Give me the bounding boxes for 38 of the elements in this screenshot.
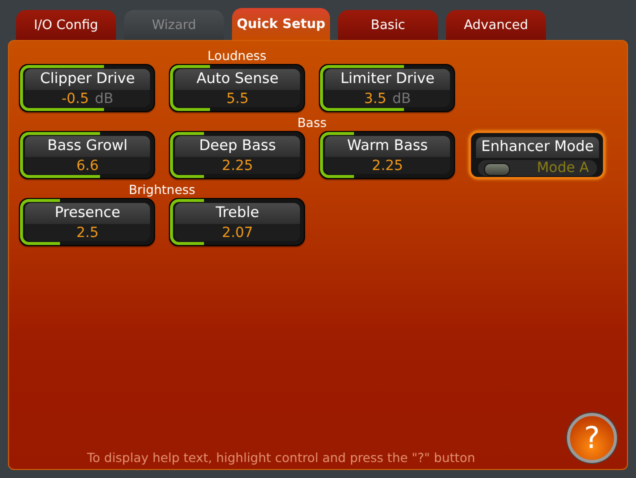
control-label: Bass Growl <box>25 136 150 157</box>
tab[interactable]: I/O Config <box>16 10 116 40</box>
mode-switch[interactable]: Enhancer Mode Mode A <box>469 131 605 179</box>
control-value: 2.25 <box>372 158 404 174</box>
control-value: -0.5 <box>62 90 89 106</box>
unit-label: dB <box>94 90 114 106</box>
control-label: Treble <box>175 203 300 224</box>
control-knob[interactable]: Bass Growl 6.6 <box>19 131 155 179</box>
control-knob[interactable]: Limiter Drive 3.5 dB <box>319 64 455 112</box>
control-knob[interactable]: Clipper Drive -0.5 dB <box>19 64 155 112</box>
tab[interactable]: Quick Setup <box>232 8 330 40</box>
control-label: Warm Bass <box>325 136 450 157</box>
control-label: Presence <box>25 203 150 224</box>
control-knob[interactable]: Treble 2.07 <box>169 198 305 246</box>
control-value: 3.5 <box>364 90 386 106</box>
control-knob[interactable]: Auto Sense 5.5 <box>169 64 305 112</box>
group-title: Bass <box>297 114 327 131</box>
control-value: 2.07 <box>222 224 254 240</box>
control-label: Enhancer Mode <box>476 137 599 158</box>
mode-value: Mode A <box>536 160 589 176</box>
unit-label: dB <box>392 90 411 106</box>
control-label: Auto Sense <box>175 69 300 90</box>
control-label: Limiter Drive <box>325 69 450 90</box>
tab[interactable]: Advanced <box>446 10 546 40</box>
control-label: Deep Bass <box>175 136 300 157</box>
group-title: Brightness <box>128 181 196 198</box>
control-value: 5.5 <box>226 90 249 106</box>
control-value: 2.25 <box>222 158 254 174</box>
tab[interactable]: Basic <box>338 10 438 40</box>
control-knob[interactable]: Warm Bass 2.25 <box>319 131 455 179</box>
control-value: 2.5 <box>76 224 99 240</box>
group-title: Loudness <box>208 47 266 64</box>
help-hint: To display help text, highlight control and press the "?" button <box>87 450 476 465</box>
toggle-knob[interactable] <box>484 163 510 176</box>
control-label: Clipper Drive <box>25 69 150 90</box>
control-knob[interactable]: Presence 2.5 <box>19 198 155 246</box>
control-value: 6.6 <box>76 158 99 174</box>
control-knob[interactable]: Deep Bass 2.25 <box>169 131 305 179</box>
